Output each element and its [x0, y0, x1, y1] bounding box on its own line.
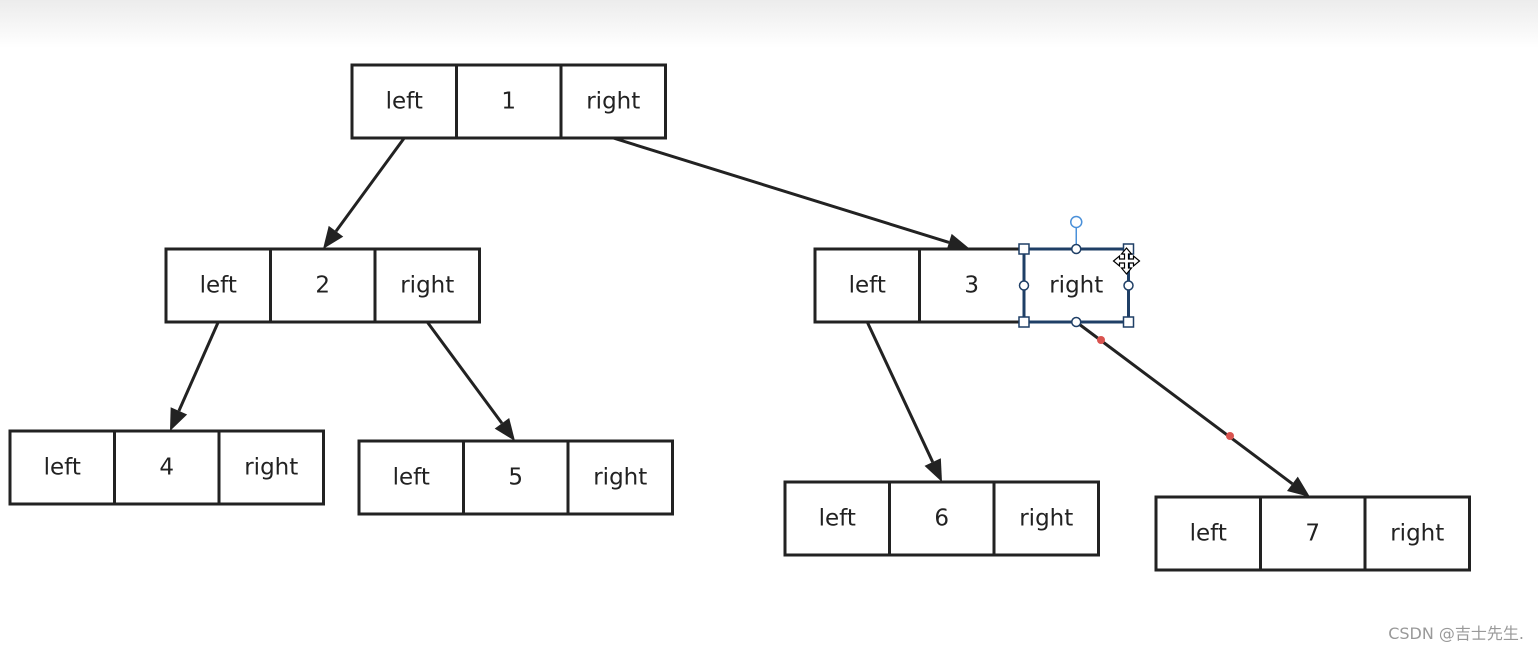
cell-label-right: right	[244, 455, 298, 481]
arrowhead-icon	[170, 407, 188, 431]
cell-label-value: 7	[1305, 521, 1320, 547]
cell-label-right: right	[1049, 273, 1103, 299]
edge-2-left-to-4[interactable]	[170, 321, 220, 431]
cell-label-left: left	[1190, 521, 1227, 547]
edge-waypoint-handle[interactable]	[1226, 432, 1234, 440]
edge-1-left-to-2[interactable]	[323, 137, 406, 249]
arrowhead-icon	[924, 458, 942, 482]
cell-label-right: right	[586, 89, 640, 115]
cell-label-value: 3	[964, 273, 979, 299]
arrowhead-icon	[323, 225, 344, 249]
resize-edge-handle[interactable]	[1018, 280, 1030, 291]
cell-label-value: 5	[508, 465, 523, 491]
cell-label-right: right	[1019, 506, 1073, 532]
arrowhead-icon	[494, 417, 515, 441]
edge-3-right-to-7[interactable]	[1075, 320, 1310, 497]
watermark: CSDN @吉士先生.	[1388, 624, 1524, 643]
edge-1-right-to-3[interactable]	[612, 136, 970, 252]
cell-label-left: left	[393, 465, 430, 491]
edge-waypoint-handle[interactable]	[1097, 336, 1105, 344]
arrowhead-icon	[1286, 476, 1310, 497]
tree-node-2[interactable]: left 2 right	[164, 247, 481, 324]
cell-label-left: left	[849, 273, 886, 299]
resize-corner-handle[interactable]	[1122, 316, 1135, 328]
tree-node-4[interactable]: left 4 right	[8, 429, 325, 506]
tree-node-5[interactable]: left 5 right	[357, 439, 674, 516]
resize-edge-handle[interactable]	[1071, 243, 1082, 255]
rotate-handle[interactable]	[1070, 215, 1083, 229]
resize-corner-handle[interactable]	[1018, 316, 1030, 328]
edge-2-right-to-5[interactable]	[426, 321, 515, 441]
cell-label-left: left	[386, 89, 423, 115]
cell-label-left: left	[200, 273, 237, 299]
resize-edge-handle[interactable]	[1071, 316, 1082, 328]
resize-edge-handle[interactable]	[1123, 280, 1134, 291]
cell-label-left: left	[44, 455, 81, 481]
cell-label-value: 2	[315, 273, 330, 299]
cell-label-value: 4	[159, 455, 174, 481]
cell-label-value: 6	[934, 506, 949, 532]
tree-node-3[interactable]: left 3 right	[813, 247, 1130, 324]
tree-node-1[interactable]: left 1 right	[350, 63, 667, 140]
tree-node-6[interactable]: left 6 right	[783, 480, 1100, 557]
cell-label-value: 1	[501, 89, 516, 115]
cell-label-right: right	[400, 273, 454, 299]
binary-tree-diagram[interactable]: left 1 right left 2 right left 3 right left 4 right…	[0, 0, 1538, 649]
cell-label-right: right	[1390, 521, 1444, 547]
edge-3-left-to-6[interactable]	[865, 321, 942, 482]
tree-node-7[interactable]: left 7 right	[1154, 495, 1471, 572]
cell-label-left: left	[819, 506, 856, 532]
resize-corner-handle[interactable]	[1018, 243, 1030, 255]
cell-label-right: right	[593, 465, 647, 491]
